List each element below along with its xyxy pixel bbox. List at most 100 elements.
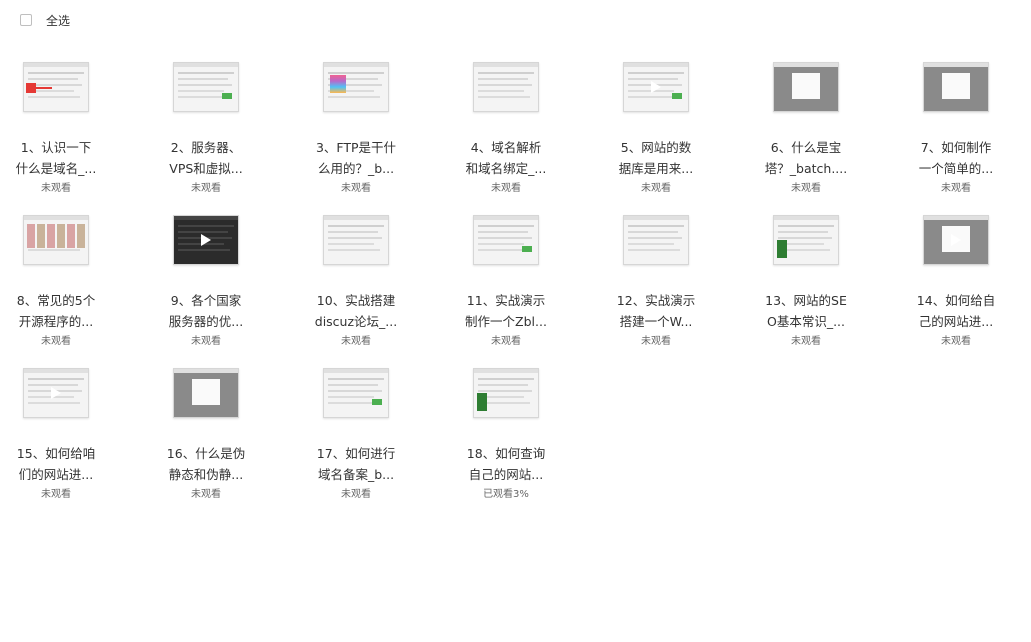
- video-title-line: 开源程序的...: [18, 314, 94, 329]
- video-title[interactable]: 17、如何进行 域名备案_b...: [313, 443, 399, 485]
- video-title-line: 5、网站的数: [620, 140, 692, 155]
- video-thumbnail[interactable]: [923, 62, 989, 112]
- video-title[interactable]: 12、实战演示 搭建一个W...: [613, 290, 699, 332]
- video-thumbnail[interactable]: [923, 215, 989, 265]
- video-item[interactable]: 10、实战搭建 discuz论坛_... 未观看: [306, 215, 406, 349]
- play-icon[interactable]: [951, 234, 961, 246]
- watch-status: 未观看: [191, 489, 221, 500]
- video-item[interactable]: 17、如何进行 域名备案_b... 未观看: [306, 368, 406, 502]
- video-title-line: 16、什么是伪: [166, 446, 246, 461]
- watch-status: 未观看: [491, 336, 521, 347]
- video-thumbnail[interactable]: [473, 62, 539, 112]
- video-title[interactable]: 2、服务器、 VPS和虚拟...: [163, 137, 249, 179]
- video-item[interactable]: 7、如何制作 一个简单的... 未观看: [906, 62, 1006, 196]
- video-item[interactable]: 18、如何查询 自己的网站... 已观看3%: [456, 368, 556, 502]
- video-thumbnail[interactable]: [623, 62, 689, 112]
- video-title[interactable]: 14、如何给自 己的网站进...: [913, 290, 999, 332]
- video-title-line: 10、实战搭建: [316, 293, 396, 308]
- video-thumbnail[interactable]: [623, 215, 689, 265]
- video-item[interactable]: 4、域名解析 和域名绑定_... 未观看: [456, 62, 556, 196]
- video-title[interactable]: 9、各个国家 服务器的优...: [163, 290, 249, 332]
- video-thumbnail[interactable]: [323, 215, 389, 265]
- video-title[interactable]: 3、FTP是干什 么用的？_b...: [313, 137, 399, 179]
- watch-status: 未观看: [41, 183, 71, 194]
- watch-status: 未观看: [941, 336, 971, 347]
- video-title-line: 2、服务器、: [170, 140, 242, 155]
- video-thumbnail[interactable]: [23, 62, 89, 112]
- video-thumbnail[interactable]: [173, 215, 239, 265]
- video-item[interactable]: 11、实战演示 制作一个Zbl... 未观看: [456, 215, 556, 349]
- video-thumbnail[interactable]: [173, 62, 239, 112]
- watch-status: 未观看: [341, 336, 371, 347]
- video-title-line: 据库是用来...: [618, 161, 694, 176]
- video-title[interactable]: 4、域名解析 和域名绑定_...: [463, 137, 549, 179]
- video-thumbnail[interactable]: [173, 368, 239, 418]
- video-item[interactable]: 2、服务器、 VPS和虚拟... 未观看: [156, 62, 256, 196]
- video-thumbnail[interactable]: [23, 215, 89, 265]
- play-icon[interactable]: [651, 81, 661, 93]
- video-item[interactable]: 8、常见的5个 开源程序的... 未观看: [6, 215, 106, 349]
- watch-status: 未观看: [791, 336, 821, 347]
- select-all-label[interactable]: 全选: [46, 12, 70, 29]
- watch-status: 未观看: [491, 183, 521, 194]
- video-title[interactable]: 8、常见的5个 开源程序的...: [13, 290, 99, 332]
- video-title-line: VPS和虚拟...: [169, 161, 243, 176]
- video-thumbnail[interactable]: [323, 62, 389, 112]
- video-item[interactable]: 6、什么是宝 塔？_batch.... 未观看: [756, 62, 856, 196]
- video-item[interactable]: 15、如何给咱 们的网站进... 未观看: [6, 368, 106, 502]
- watch-status: 未观看: [791, 183, 821, 194]
- video-item[interactable]: 12、实战演示 搭建一个W... 未观看: [606, 215, 706, 349]
- video-title-line: 6、什么是宝: [770, 140, 842, 155]
- video-title[interactable]: 10、实战搭建 discuz论坛_...: [313, 290, 399, 332]
- video-title-line: 15、如何给咱: [16, 446, 96, 461]
- video-thumbnail[interactable]: [473, 368, 539, 418]
- video-title-line: 18、如何查询: [466, 446, 546, 461]
- video-item[interactable]: 14、如何给自 己的网站进... 未观看: [906, 215, 1006, 349]
- video-title-line: 己的网站进...: [918, 314, 994, 329]
- watch-status: 未观看: [641, 336, 671, 347]
- video-title[interactable]: 5、网站的数 据库是用来...: [613, 137, 699, 179]
- video-title-line: 搭建一个W...: [619, 314, 693, 329]
- video-title-line: 17、如何进行: [316, 446, 396, 461]
- video-title-line: 9、各个国家: [170, 293, 242, 308]
- watch-status: 已观看3%: [483, 489, 529, 500]
- video-title-line: 8、常见的5个: [16, 293, 96, 308]
- toolbar: 全选: [20, 10, 70, 30]
- video-title[interactable]: 16、什么是伪 静态和伪静...: [163, 443, 249, 485]
- video-title-line: 4、域名解析: [470, 140, 542, 155]
- video-title[interactable]: 11、实战演示 制作一个Zbl...: [463, 290, 549, 332]
- video-title-line: 11、实战演示: [466, 293, 546, 308]
- video-thumbnail[interactable]: [473, 215, 539, 265]
- video-item[interactable]: 5、网站的数 据库是用来... 未观看: [606, 62, 706, 196]
- play-icon[interactable]: [201, 234, 211, 246]
- video-thumbnail[interactable]: [23, 368, 89, 418]
- video-title-line: 自己的网站...: [468, 467, 544, 482]
- video-title-line: 服务器的优...: [168, 314, 244, 329]
- video-title-line: 们的网站进...: [18, 467, 94, 482]
- watch-status: 未观看: [41, 336, 71, 347]
- video-item[interactable]: 1、认识一下 什么是域名_... 未观看: [6, 62, 106, 196]
- video-title[interactable]: 7、如何制作 一个简单的...: [913, 137, 999, 179]
- watch-status: 未观看: [641, 183, 671, 194]
- video-title[interactable]: 1、认识一下 什么是域名_...: [13, 137, 99, 179]
- video-title-line: 14、如何给自: [916, 293, 996, 308]
- video-item[interactable]: 16、什么是伪 静态和伪静... 未观看: [156, 368, 256, 502]
- video-title-line: 塔？_batch....: [764, 161, 848, 176]
- video-title-line: 什么是域名_...: [15, 161, 97, 176]
- video-thumbnail[interactable]: [773, 215, 839, 265]
- video-title[interactable]: 15、如何给咱 们的网站进...: [13, 443, 99, 485]
- video-title-line: 12、实战演示: [616, 293, 696, 308]
- video-title-line: discuz论坛_...: [314, 314, 398, 329]
- video-title[interactable]: 6、什么是宝 塔？_batch....: [763, 137, 849, 179]
- play-icon[interactable]: [51, 387, 61, 399]
- video-item[interactable]: 9、各个国家 服务器的优... 未观看: [156, 215, 256, 349]
- video-title[interactable]: 18、如何查询 自己的网站...: [463, 443, 549, 485]
- video-thumbnail[interactable]: [323, 368, 389, 418]
- select-all-checkbox[interactable]: [20, 14, 32, 26]
- video-title-line: 域名备案_b...: [317, 467, 395, 482]
- video-item[interactable]: 3、FTP是干什 么用的？_b... 未观看: [306, 62, 406, 196]
- video-title[interactable]: 13、网站的SE O基本常识_...: [763, 290, 849, 332]
- video-thumbnail[interactable]: [773, 62, 839, 112]
- watch-status: 未观看: [941, 183, 971, 194]
- video-item[interactable]: 13、网站的SE O基本常识_... 未观看: [756, 215, 856, 349]
